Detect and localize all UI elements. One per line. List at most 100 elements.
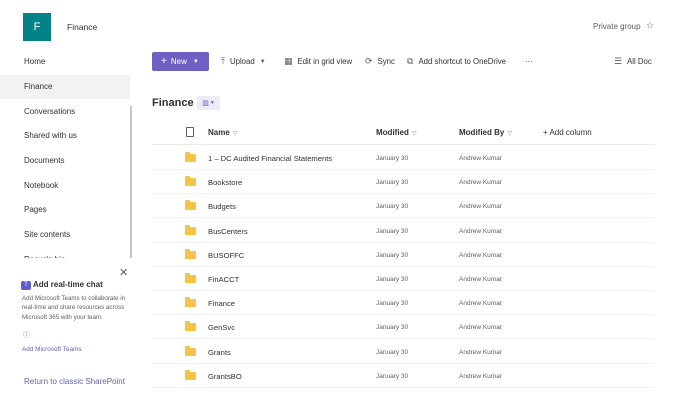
nav-item-pages[interactable]: Pages [0, 198, 130, 222]
grid-icon: ▦ [284, 56, 293, 66]
filter-icon: ☰ [614, 56, 623, 66]
view-selector-label: All Doc [627, 57, 652, 66]
new-button[interactable]: + New ▼ [152, 52, 209, 71]
nav-item-documents[interactable]: Documents [0, 149, 130, 173]
table-row[interactable]: BusCenters January 30 Andrew Kumar [152, 219, 655, 243]
column-header-name[interactable]: Name ▽ [208, 128, 237, 137]
folder-icon [185, 297, 196, 308]
table-row[interactable]: 1 – DC Audited Financial Statements Janua… [152, 146, 655, 170]
column-header-modified[interactable]: Modified ▽ [376, 128, 417, 137]
folder-icon [185, 345, 196, 356]
sync-button[interactable]: ⟳ Sync [365, 52, 395, 71]
file-name[interactable]: Budgets [208, 202, 236, 211]
table-row[interactable]: FinACCT January 30 Andrew Kumar [152, 267, 655, 291]
new-button-label: New [170, 57, 187, 66]
modified-by: Andrew Kumar [459, 324, 502, 332]
folder-icon [185, 321, 196, 332]
modified-date: January 30 [376, 203, 409, 211]
return-to-classic-link[interactable]: Return to classic SharePoint [24, 377, 125, 386]
info-icon[interactable]: ⓘ [23, 330, 30, 340]
table-row[interactable]: GenSvc January 30 Andrew Kumar [152, 315, 655, 340]
file-name[interactable]: GenSvc [208, 323, 235, 332]
modified-by: Andrew Kumar [459, 227, 502, 235]
modified-by: Andrew Kumar [459, 155, 502, 162]
modified-by: Andrew Kumar [459, 203, 502, 211]
add-teams-link[interactable]: Add Microsoft Teams [22, 346, 82, 353]
modified-date: January 30 [376, 276, 409, 283]
file-name[interactable]: 1 – DC Audited Financial Statements [208, 154, 332, 163]
teams-promo-card: ✕ T Add real-time chat Add Microsoft Tea… [0, 266, 132, 400]
nav-item-site-contents[interactable]: Site contents [0, 223, 130, 247]
promo-title: Add real-time chat [33, 280, 103, 289]
chevron-down-icon: ▽ [232, 131, 238, 137]
chevron-down-icon: ▽ [507, 131, 512, 137]
nav-item-home[interactable]: Home [0, 50, 130, 74]
more-button[interactable]: ··· [525, 52, 533, 71]
edit-grid-view-label: Edit in grid view [297, 57, 353, 66]
modified-date: January 30 [376, 227, 409, 235]
upload-icon: ⤒ [221, 56, 225, 66]
table-row[interactable]: GrantsBO January 30 Andrew Kumar [152, 364, 655, 388]
table-row[interactable]: Bookstore January 30 Andrew Kumar [152, 170, 655, 195]
close-icon[interactable]: ✕ [119, 266, 128, 279]
site-logo[interactable]: F [23, 13, 51, 41]
upload-label: Upload [229, 57, 255, 66]
nav-item-shared-with-us[interactable]: Shared with us [0, 124, 130, 148]
nav-item-conversations[interactable]: Conversations [0, 100, 130, 124]
sync-label: Sync [377, 57, 395, 66]
column-header-modified-by-label: Modified By [459, 128, 505, 137]
add-shortcut-button[interactable]: ⧉ Add shortcut to OneDrive [407, 52, 506, 71]
nav-item-notebook[interactable]: Notebook [0, 174, 130, 198]
file-name[interactable]: Bookstore [208, 178, 242, 187]
upload-button[interactable]: ⤒ Upload ▼ [221, 52, 266, 71]
folder-icon [185, 248, 196, 259]
add-column-button[interactable]: + Add column [543, 128, 592, 137]
modified-date: January 30 [376, 155, 409, 162]
table-header: Name ▽ Modified ▽ Modified By ▽ + Add colum… [152, 122, 655, 145]
file-name[interactable]: FinACCT [208, 275, 239, 284]
view-selector[interactable]: ☰ All Doc [614, 52, 652, 71]
edit-grid-view-button[interactable]: ▦ Edit in grid view [284, 52, 352, 71]
folder-icon [185, 224, 196, 235]
sync-icon: ⟳ [365, 56, 373, 66]
modified-date: January 30 [376, 251, 409, 259]
table-row[interactable]: Finance January 30 Andrew Kumar [152, 291, 655, 316]
table-row[interactable]: Grants January 30 Andrew Kumar [152, 340, 655, 364]
folder-icon [185, 273, 196, 283]
modified-by: Andrew Kumar [459, 251, 502, 259]
column-header-modified-by[interactable]: Modified By ▽ [459, 128, 512, 137]
add-shortcut-label: Add shortcut to OneDrive [418, 57, 506, 66]
folder-icon [185, 369, 196, 380]
nav-item-recycle-bin[interactable]: Recycle bin [0, 248, 130, 258]
modified-by: Andrew Kumar [459, 276, 502, 283]
library-switcher-button[interactable]: ▥ ▼ [197, 96, 220, 110]
star-icon[interactable]: ☆ [646, 20, 654, 31]
shortcut-icon: ⧉ [407, 56, 414, 66]
folder-icon [185, 200, 196, 211]
file-name[interactable]: Grants [208, 348, 231, 357]
nav-item-finance[interactable]: Finance [0, 75, 130, 99]
file-name[interactable]: BusCenters [208, 227, 248, 236]
modified-date: January 30 [376, 372, 409, 380]
promo-text: Add Microsoft Teams to collaborate in re… [22, 295, 126, 321]
modified-date: January 30 [376, 300, 409, 308]
file-name[interactable]: GrantsBO [208, 372, 242, 381]
chevron-down-icon: ▼ [259, 58, 266, 65]
file-name[interactable]: Finance [208, 299, 235, 308]
nav-scrollbar[interactable] [130, 106, 132, 258]
site-header: F Finance Private group ☆ [0, 0, 681, 50]
table-row[interactable]: Budgets January 30 Andrew Kumar [152, 194, 655, 219]
modified-date: January 30 [376, 348, 409, 356]
chevron-down-icon: ▽ [411, 131, 417, 137]
table-row[interactable]: BUSOFFC January 30 Andrew Kumar [152, 243, 655, 267]
folder-icon [185, 152, 196, 162]
site-title[interactable]: Finance [67, 22, 97, 32]
modified-by: Andrew Kumar [459, 179, 502, 187]
chevron-down-icon: ▼ [192, 58, 199, 65]
teams-icon: T [21, 281, 31, 290]
column-header-modified-label: Modified [376, 128, 409, 137]
file-name[interactable]: BUSOFFC [208, 251, 244, 260]
file-type-icon[interactable] [186, 127, 194, 137]
modified-date: January 30 [376, 324, 409, 332]
folder-icon [185, 176, 196, 187]
